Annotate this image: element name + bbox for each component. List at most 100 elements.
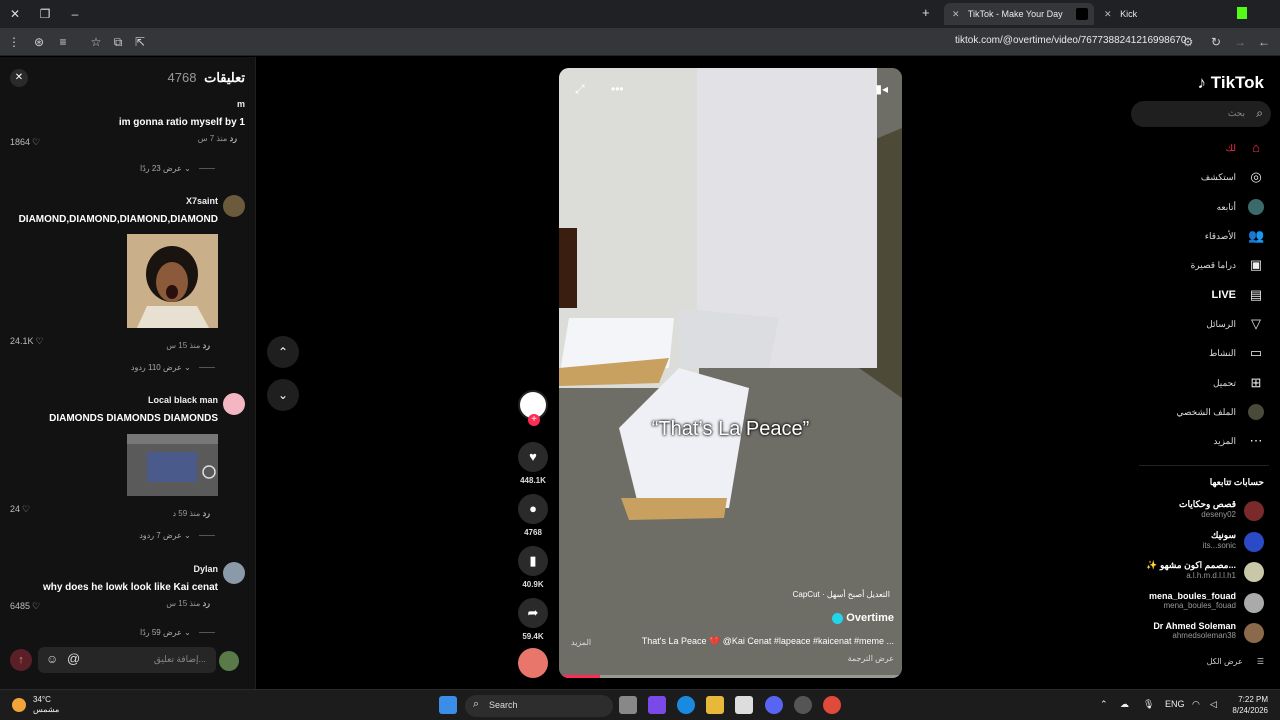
comment-image[interactable] <box>127 434 218 496</box>
mute-icon[interactable]: ▮◂ <box>875 82 888 96</box>
search-input[interactable]: بحث ⌕ <box>1131 101 1271 127</box>
app-icon[interactable] <box>794 696 812 714</box>
site-settings-icon[interactable]: ⚙ <box>1180 34 1196 50</box>
nav-short-drama[interactable]: دراما قصيرة ▣ <box>1144 255 1264 275</box>
wifi-icon[interactable]: ◠ <box>1192 699 1200 710</box>
discord-icon[interactable] <box>765 696 783 714</box>
comment-image[interactable] <box>127 234 218 328</box>
music-disc-icon[interactable] <box>518 648 548 678</box>
translate-icon[interactable]: ⧉ <box>110 34 126 50</box>
next-video-button[interactable]: ⌄ <box>267 379 299 411</box>
bookmark-star-icon[interactable]: ☆ <box>88 34 104 50</box>
url-field[interactable]: tiktok.com/@overtime/video/7677388241216… <box>955 35 1186 46</box>
close-comments-button[interactable]: ✕ <box>10 69 28 87</box>
comment-likes[interactable]: 1864 ♡ <box>10 137 40 148</box>
store-icon[interactable] <box>735 696 753 714</box>
nav-explore[interactable]: استكشف ◎ <box>1144 167 1264 187</box>
follow-plus-icon[interactable]: + <box>528 414 540 426</box>
creator-avatar-button[interactable]: + <box>516 390 550 426</box>
extension-icon[interactable]: ⊛ <box>31 34 47 50</box>
new-tab-button[interactable]: + <box>922 5 930 20</box>
nav-friends[interactable]: الأصدقاء 👥 <box>1144 226 1264 246</box>
expand-icon[interactable]: ⤢ <box>575 82 585 97</box>
nav-activity[interactable]: النشاط ▭ <box>1144 343 1264 363</box>
file-explorer-icon[interactable] <box>706 696 724 714</box>
tab-tiktok[interactable]: ✕ TikTok - Make Your Day <box>944 3 1094 25</box>
music-disc-button[interactable] <box>516 648 550 678</box>
close-tab-icon[interactable]: ✕ <box>1104 9 1112 19</box>
comment-likes[interactable]: 6485 ♡ <box>10 601 40 612</box>
following-account[interactable]: قصص وحكايات deseny02 <box>1124 499 1264 525</box>
avatar[interactable] <box>223 195 245 217</box>
nav-messages[interactable]: الرسائل ▽ <box>1144 314 1264 334</box>
tab-kick[interactable]: ✕ Kick <box>1104 3 1244 25</box>
nav-more[interactable]: المزيد ⋯ <box>1144 431 1264 451</box>
see-translation-button[interactable]: عرض الترجمة <box>848 654 894 663</box>
capcut-label[interactable]: CapCut · التعديل أصبح أسهل <box>793 590 890 599</box>
reply-button[interactable]: رد <box>230 134 237 143</box>
creator-avatar[interactable]: + <box>518 390 548 426</box>
share-arrow-icon[interactable]: ➦ <box>518 598 548 628</box>
see-all-button[interactable]: عرض الكل ☰ <box>1207 657 1264 666</box>
comment-username[interactable]: Local black man <box>8 395 218 405</box>
search-icon[interactable]: ⌕ <box>1256 106 1263 121</box>
close-window-icon[interactable]: ✕ <box>6 5 24 23</box>
heart-icon[interactable]: ♥ <box>518 442 548 472</box>
nav-profile[interactable]: الملف الشخصي <box>1144 402 1264 422</box>
comment-input[interactable]: ☺ @ إضافة تعليق... <box>38 647 216 673</box>
minimize-window-icon[interactable]: – <box>66 5 84 23</box>
close-tab-icon[interactable]: ✕ <box>952 9 960 19</box>
language-indicator[interactable]: ENG <box>1165 699 1185 709</box>
more-button[interactable]: المزيد <box>571 638 591 647</box>
avatar[interactable] <box>223 393 245 415</box>
video-progress-bar[interactable] <box>559 675 902 678</box>
comment-username[interactable]: X7saint <box>8 196 218 206</box>
video-author[interactable]: Overtime <box>830 612 894 624</box>
nav-upload[interactable]: تحميل ⊞ <box>1144 373 1264 393</box>
comment-likes[interactable]: 24.1K ♡ <box>10 336 44 347</box>
comment-button[interactable]: ● 4768 <box>516 494 550 537</box>
following-account[interactable]: mena_boules_fouad mena_boules_fouad <box>1124 591 1264 617</box>
emoji-icon[interactable]: ☺ <box>46 652 58 666</box>
nav-live[interactable]: LIVE ▤ <box>1144 285 1264 305</box>
comment-username[interactable]: Dylan <box>8 564 218 574</box>
forward-icon[interactable]: → <box>1232 34 1248 50</box>
weather-sun-icon[interactable] <box>12 698 26 712</box>
tray-chevron-icon[interactable]: ⌃ <box>1100 699 1108 710</box>
avatar[interactable] <box>223 562 245 584</box>
reload-icon[interactable]: ↻ <box>1208 34 1224 50</box>
following-account[interactable]: سونيك its...sonic <box>1124 530 1264 556</box>
video-player[interactable]: ⤢ ••• ▮◂ “That’s La Peace” CapCut · التع… <box>559 68 902 678</box>
previous-video-button[interactable]: ⌃ <box>267 336 299 368</box>
share-button[interactable]: ➦ 59.4K <box>516 598 550 641</box>
volume-icon[interactable]: ◁ <box>1210 699 1217 710</box>
following-account[interactable]: Dr Ahmed Soleman ahmedsoleman38 <box>1124 621 1264 647</box>
microphone-icon[interactable]: 🎙 <box>1143 699 1154 710</box>
following-account[interactable]: ✨ مصمم اكون مشهو... a.l.h.m.d.l.l.h1 <box>1124 560 1264 586</box>
comment-likes[interactable]: 24 ♡ <box>10 504 30 515</box>
view-replies-button[interactable]: عرض 110 ردود ⌄ <box>131 363 215 372</box>
copilot-icon[interactable] <box>648 696 666 714</box>
menu-dots-icon[interactable]: ⋮ <box>6 34 22 50</box>
view-replies-button[interactable]: عرض 59 ردًا ⌄ <box>140 628 215 637</box>
restore-window-icon[interactable]: ❐ <box>36 5 54 23</box>
network-icon[interactable]: ☁ <box>1120 699 1129 710</box>
edge-icon[interactable] <box>677 696 695 714</box>
reply-button[interactable]: رد <box>203 509 210 518</box>
like-button[interactable]: ♥ 448.1K <box>516 442 550 485</box>
taskbar-search[interactable]: ⌕ Search <box>465 695 613 717</box>
bookmark-icon[interactable]: ▮ <box>518 546 548 576</box>
reply-button[interactable]: رد <box>203 599 210 608</box>
comment-bubble-icon[interactable]: ● <box>518 494 548 524</box>
author-name[interactable]: Overtime <box>846 612 894 624</box>
task-view-icon[interactable] <box>619 696 637 714</box>
nav-for-you[interactable]: لك ⌂ <box>1144 138 1264 158</box>
comment-username[interactable]: m <box>9 99 245 109</box>
system-clock[interactable]: 7:22 PM 8/24/2026 <box>1232 694 1268 716</box>
tiktok-logo[interactable]: ♪ TikTok <box>1198 73 1264 93</box>
view-replies-button[interactable]: عرض 23 ردًا ⌄ <box>140 164 215 173</box>
save-button[interactable]: ▮ 40.9K <box>516 546 550 589</box>
install-icon[interactable]: ⇱ <box>132 34 148 50</box>
reply-button[interactable]: رد <box>203 341 210 350</box>
more-options-icon[interactable]: ••• <box>611 82 624 96</box>
